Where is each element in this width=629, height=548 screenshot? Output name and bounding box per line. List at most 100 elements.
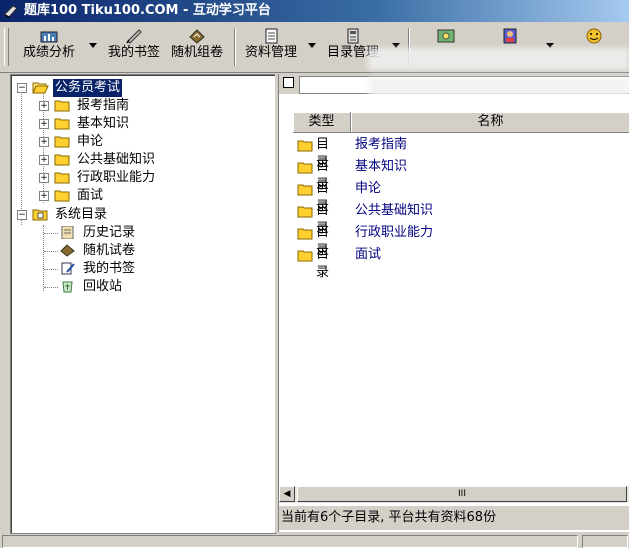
score-analysis-label: 成绩分析 [22, 45, 75, 60]
info-bar: 当前有6个子目录, 平台共有资料68份 [279, 506, 629, 530]
contact-icon [503, 28, 517, 44]
folder-icon [297, 162, 313, 174]
horizontal-scrollbar[interactable]: ◀ III [279, 486, 629, 503]
expand-icon[interactable]: + [39, 101, 49, 111]
tree-item-label: 历史记录 [83, 225, 136, 240]
folder-icon [54, 100, 70, 112]
expand-icon[interactable]: + [39, 137, 49, 147]
tree-item-label: 行政职业能力 [77, 170, 156, 185]
tree-node-label: 系统目录 [55, 207, 108, 222]
tree-item-label: 公共基础知识 [77, 152, 156, 167]
expand-icon[interactable]: + [39, 173, 49, 183]
status-pane [582, 535, 628, 548]
my-bookmarks-label: 我的书签 [107, 45, 160, 60]
expand-icon[interactable]: + [39, 155, 49, 165]
obscured-area [368, 48, 629, 70]
image-icon [437, 29, 455, 43]
folder-icon [297, 250, 313, 262]
recycle-bin-icon [62, 281, 73, 293]
folder-icon [54, 154, 70, 166]
expand-icon[interactable]: + [39, 191, 49, 201]
list-row[interactable]: 目录 基本知识 [293, 156, 629, 192]
list-row[interactable]: 目录 报考指南 [293, 134, 629, 170]
toolbar-grip[interactable] [4, 28, 9, 66]
tree-item-essay[interactable]: + 申论 [11, 133, 271, 151]
bookmark-pen-icon [126, 29, 142, 44]
score-analysis-button[interactable]: 成绩分析 [14, 26, 84, 68]
file-list[interactable]: 类型 名称 目录 报考指南 目录 基本知识 目录 申论 目录 公共基础知识 目录… [279, 94, 629, 486]
toolbar-separator [234, 28, 236, 66]
tree-item-history[interactable]: 历史记录 [11, 224, 271, 242]
tree-node-label: 公务员考试 [53, 79, 123, 97]
folder-icon [54, 136, 70, 148]
title-bar: 题库100 Tiku100.COM - 互动学习平台 [0, 0, 629, 22]
row-name[interactable]: 基本知识 [355, 158, 407, 176]
folder-icon [54, 172, 70, 184]
expand-icon[interactable]: + [39, 119, 49, 129]
row-name[interactable]: 申论 [355, 180, 381, 198]
toolbar: 成绩分析 我的书签 随机组卷 资料管理 目录管理 [0, 22, 629, 73]
tree-item-public-knowledge[interactable]: + 公共基础知识 [11, 151, 271, 169]
scroll-thumb[interactable]: III [297, 486, 627, 502]
material-management-label: 资料管理 [244, 45, 297, 60]
random-paper-icon [60, 244, 75, 257]
random-paper-button[interactable]: 随机组卷 [166, 26, 228, 68]
folder-icon [54, 118, 70, 130]
bar-chart-icon [40, 31, 58, 43]
tree-item-basic-knowledge[interactable]: + 基本知识 [11, 115, 271, 133]
folder-icon [297, 140, 313, 152]
material-management-button[interactable]: 资料管理 [240, 26, 302, 68]
column-header-name[interactable]: 名称 [351, 112, 629, 133]
scroll-left-icon[interactable]: ◀ [279, 486, 295, 502]
window-title: 题库100 Tiku100.COM - 互动学习平台 [24, 3, 271, 18]
tree-item-exam-guide[interactable]: + 报考指南 [11, 97, 271, 115]
list-row[interactable]: 目录 面试 [293, 244, 629, 280]
tree-item-bookmarks[interactable]: 我的书签 [11, 260, 271, 278]
history-icon [61, 226, 74, 239]
app-icon [3, 5, 18, 18]
collapse-icon[interactable]: − [17, 210, 27, 220]
status-pane [2, 535, 578, 548]
info-text: 当前有6个子目录, 平台共有资料68份 [281, 510, 497, 525]
column-header-type[interactable]: 类型 [293, 112, 351, 133]
list-row[interactable]: 目录 公共基础知识 [293, 200, 629, 236]
tree-item-label: 基本知识 [77, 116, 130, 131]
view-toggle-icon[interactable] [283, 77, 294, 88]
tree-item-recycle-bin[interactable]: 回收站 [11, 278, 271, 296]
tree-item-random-paper[interactable]: 随机试卷 [11, 242, 271, 260]
list-row[interactable]: 目录 申论 [293, 178, 629, 214]
tree-item-label: 随机试卷 [83, 243, 136, 258]
tree-item-label: 我的书签 [83, 261, 136, 276]
row-name[interactable]: 面试 [355, 246, 381, 264]
folder-icon [297, 206, 313, 218]
smiley-icon [586, 28, 602, 44]
tree-node-system[interactable]: − 系统目录 [11, 206, 271, 224]
tree-item-label: 面试 [77, 188, 104, 203]
random-paper-icon [189, 29, 205, 44]
material-management-dropdown-icon[interactable] [308, 43, 316, 48]
list-row[interactable]: 目录 行政职业能力 [293, 222, 629, 258]
content-panel: 类型 名称 目录 报考指南 目录 基本知识 目录 申论 目录 公共基础知识 目录… [278, 74, 629, 532]
open-folder-icon [32, 82, 49, 94]
bookmark-icon [61, 262, 75, 275]
my-bookmarks-button[interactable]: 我的书签 [103, 26, 165, 68]
collapse-icon[interactable]: − [17, 83, 27, 93]
folder-icon [297, 184, 313, 196]
status-bar [0, 534, 629, 548]
folder-icon [54, 190, 70, 202]
tree-node-root[interactable]: − 公务员考试 [11, 79, 271, 97]
tree-item-label: 申论 [77, 134, 104, 149]
folder-tree[interactable]: − 公务员考试 + 报考指南 + 基本知识 + 申论 + 公共基础知识 + 行政… [10, 74, 276, 534]
folder-icon [297, 228, 313, 240]
tree-item-aptitude[interactable]: + 行政职业能力 [11, 169, 271, 187]
row-name[interactable]: 行政职业能力 [355, 224, 433, 242]
row-name[interactable]: 公共基础知识 [355, 202, 433, 220]
tree-item-label: 报考指南 [77, 98, 130, 113]
tree-item-interview[interactable]: + 面试 [11, 187, 271, 205]
row-name[interactable]: 报考指南 [355, 136, 407, 154]
document-icon [265, 28, 278, 44]
random-paper-label: 随机组卷 [170, 45, 223, 60]
system-folder-icon [32, 209, 48, 221]
tree-item-label: 回收站 [83, 279, 123, 294]
score-analysis-dropdown-icon[interactable] [89, 43, 97, 48]
